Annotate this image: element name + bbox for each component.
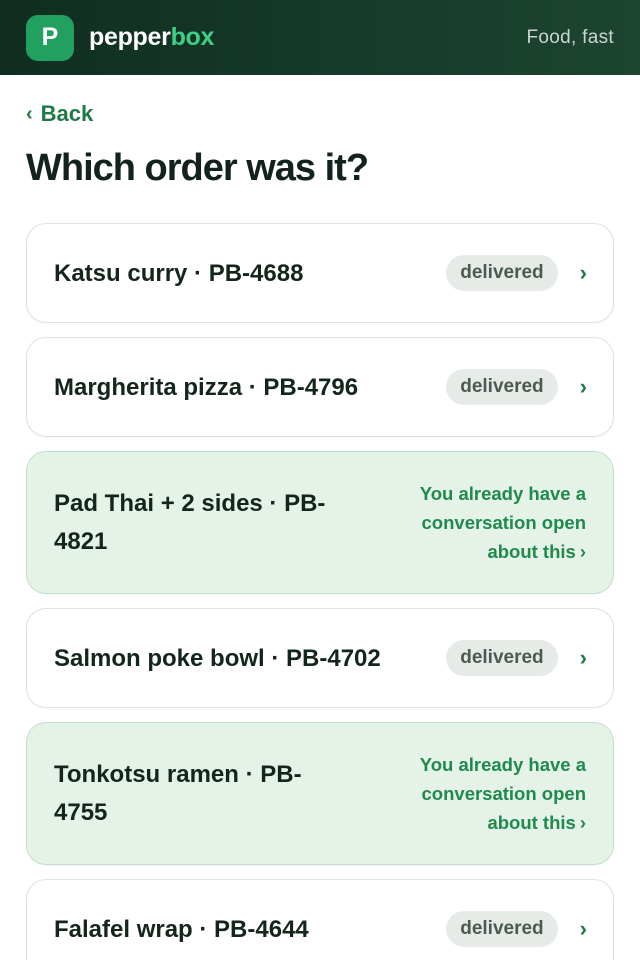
brand-name: pepperbox [89, 23, 214, 52]
status-badge: delivered [446, 369, 558, 405]
order-card-open-conversation[interactable]: Pad Thai + 2 sides · PB-4821 You already… [26, 451, 614, 594]
order-title: Pad Thai + 2 sides · PB-4821 [54, 489, 326, 555]
back-chevron-icon: ‹ [26, 102, 33, 125]
app-header: P pepperbox Food, fast [0, 0, 640, 75]
main-content: ‹ Back Which order was it? Katsu curry ·… [0, 75, 640, 960]
status-badge: delivered [446, 255, 558, 291]
back-label: Back [40, 101, 94, 126]
order-card[interactable]: Katsu curry · PB-4688 delivered › [26, 223, 614, 323]
open-conversation-note: You already have a conversation open abo… [419, 754, 586, 833]
open-conversation-link[interactable]: You already have a conversation open abo… [387, 750, 587, 837]
brand-name-part2: box [170, 23, 215, 51]
chevron-right-icon: › [579, 260, 587, 285]
order-title: Tonkotsu ramen · PB-4755 [54, 760, 302, 826]
brand-name-part1: pepper [89, 23, 171, 51]
order-card[interactable]: Falafel wrap · PB-4644 delivered › [26, 879, 614, 960]
page-title: Which order was it? [26, 147, 369, 189]
chevron-right-icon: › [579, 541, 586, 562]
order-title: Margherita pizza · PB-4796 [54, 373, 359, 401]
back-link[interactable]: ‹ Back [26, 100, 93, 128]
logo-badge: P [26, 14, 74, 61]
chevron-right-icon: › [579, 916, 587, 941]
order-card[interactable]: Salmon poke bowl · PB-4702 delivered › [26, 608, 614, 708]
order-list: Katsu curry · PB-4688 delivered › Marghe… [26, 223, 614, 960]
tagline: Food, fast [526, 26, 614, 48]
status-badge: delivered [446, 640, 558, 676]
order-title: Salmon poke bowl · PB-4702 [54, 644, 381, 672]
chevron-right-icon: › [579, 374, 587, 399]
order-card[interactable]: Margherita pizza · PB-4796 delivered › [26, 337, 614, 437]
open-conversation-note: You already have a conversation open abo… [419, 483, 586, 562]
chevron-right-icon: › [579, 812, 586, 833]
order-title: Falafel wrap · PB-4644 [54, 915, 309, 943]
order-title: Katsu curry · PB-4688 [54, 259, 304, 287]
chevron-right-icon: › [579, 645, 587, 670]
open-conversation-link[interactable]: You already have a conversation open abo… [387, 479, 587, 566]
order-card-open-conversation[interactable]: Tonkotsu ramen · PB-4755 You already hav… [26, 722, 614, 865]
status-badge: delivered [446, 911, 558, 947]
logo-letter: P [41, 23, 59, 51]
